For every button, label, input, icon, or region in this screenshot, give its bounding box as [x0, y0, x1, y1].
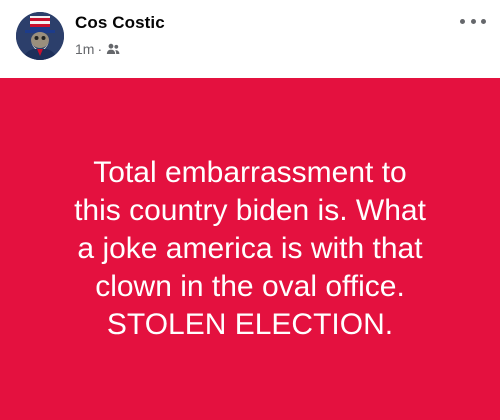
author-name[interactable]: Cos Costic: [75, 13, 165, 33]
more-options-dot: [481, 18, 486, 24]
post-body: Total embarrassment to this country bide…: [0, 78, 500, 420]
post-timestamp[interactable]: 1m: [75, 41, 94, 57]
more-options-dot: [460, 18, 465, 24]
post-header: Cos Costic 1m ·: [0, 0, 500, 78]
friends-icon[interactable]: [106, 42, 120, 56]
post-meta: 1m ·: [75, 40, 120, 58]
uncle-sam-avatar-icon: [16, 12, 64, 60]
post-text: Total embarrassment to this country bide…: [74, 156, 426, 341]
more-options-dot: [470, 18, 476, 24]
meta-separator: ·: [97, 41, 103, 57]
avatar[interactable]: [16, 12, 64, 60]
more-options-icon[interactable]: [460, 14, 486, 28]
post-card: Cos Costic 1m · Total embarrassment to t…: [0, 0, 500, 420]
